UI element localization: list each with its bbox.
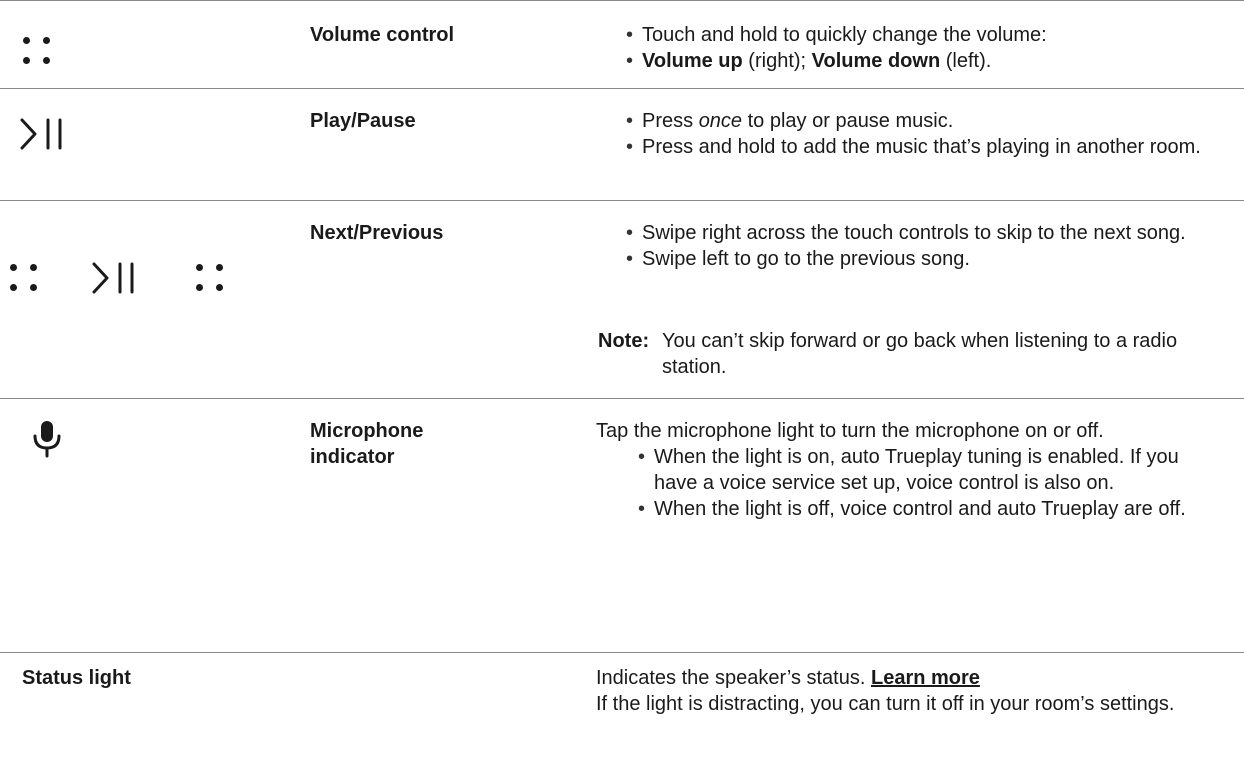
row-label: Volume control bbox=[310, 24, 455, 46]
list-item: When the light is off, voice control and… bbox=[638, 496, 1234, 522]
volume-control-row: Volume control Touch and hold to quickly… bbox=[0, 0, 1244, 88]
note-text: You can’t skip forward or go back when l… bbox=[662, 330, 1178, 378]
list-item: Swipe right across the touch controls to… bbox=[626, 220, 1228, 246]
learn-more-link[interactable]: Learn more bbox=[871, 667, 980, 689]
row-label: Next/Previous bbox=[310, 222, 444, 244]
status-note: If the light is distracting, you can tur… bbox=[596, 693, 1175, 715]
row-description: Swipe right across the touch controls to… bbox=[608, 220, 1228, 272]
row-description: Indicates the speaker’s status. Learn mo… bbox=[596, 665, 1226, 717]
row-label: Status light bbox=[22, 667, 131, 689]
list-item: Press and hold to add the music that’s p… bbox=[626, 134, 1228, 160]
status-line: Indicates the speaker’s status. Learn mo… bbox=[596, 667, 980, 689]
microphone-indicator-row: Microphone indicator Tap the microphone … bbox=[0, 398, 1244, 652]
status-light-row: Status light Indicates the speaker’s sta… bbox=[0, 652, 1244, 765]
next-previous-row: Next/Previous Swipe right across the tou… bbox=[0, 200, 1244, 398]
note-key: Note: bbox=[598, 330, 650, 352]
list-item: Touch and hold to quickly change the vol… bbox=[626, 22, 1244, 48]
play-pause-icon bbox=[20, 118, 62, 150]
row-label: Play/Pause bbox=[310, 110, 416, 132]
play-pause-row: Play/Pause Press once to play or pause m… bbox=[0, 88, 1244, 200]
list-item: Press once to play or pause music. bbox=[626, 108, 1228, 134]
left-dots-icon bbox=[10, 264, 44, 294]
row-label: Microphone indicator bbox=[310, 420, 424, 468]
list-item: When the light is on, auto Trueplay tuni… bbox=[638, 444, 1224, 496]
row-description: Tap the microphone light to turn the mic… bbox=[596, 418, 1226, 522]
list-item: Volume up (right); Volume down (left). bbox=[626, 48, 1244, 74]
volume-dots-icon bbox=[23, 37, 57, 67]
row-description: Touch and hold to quickly change the vol… bbox=[608, 22, 1244, 74]
play-pause-icon bbox=[92, 262, 134, 294]
note: Note: You can’t skip forward or go back … bbox=[598, 328, 1238, 380]
intro-text: Tap the microphone light to turn the mic… bbox=[596, 420, 1104, 442]
row-description: Press once to play or pause music. Press… bbox=[608, 108, 1228, 160]
right-dots-icon bbox=[196, 264, 230, 294]
list-item: Swipe left to go to the previous song. bbox=[626, 246, 1228, 272]
microphone-icon bbox=[33, 421, 61, 458]
